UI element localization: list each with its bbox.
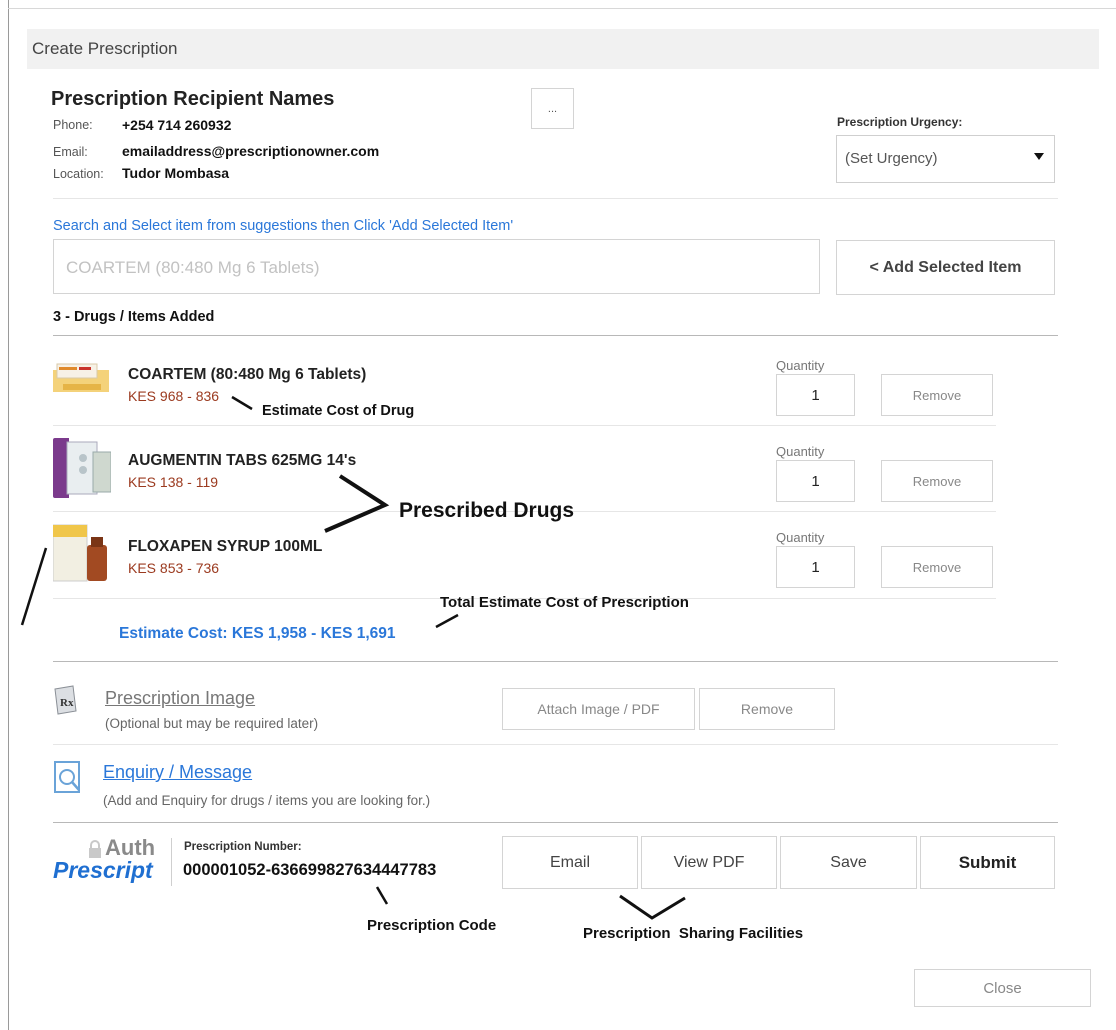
annotation-sharing-facilities: Prescription Sharing Facilities [583, 925, 804, 942]
annotation-prescribed-drugs: Prescribed Drugs [399, 499, 575, 522]
annotation-estimate-drug: Estimate Cost of Drug [262, 403, 415, 419]
annotation-prescription-code: Prescription Code [367, 917, 497, 934]
annotation-total-estimate: Total Estimate Cost of Prescription [440, 594, 689, 611]
